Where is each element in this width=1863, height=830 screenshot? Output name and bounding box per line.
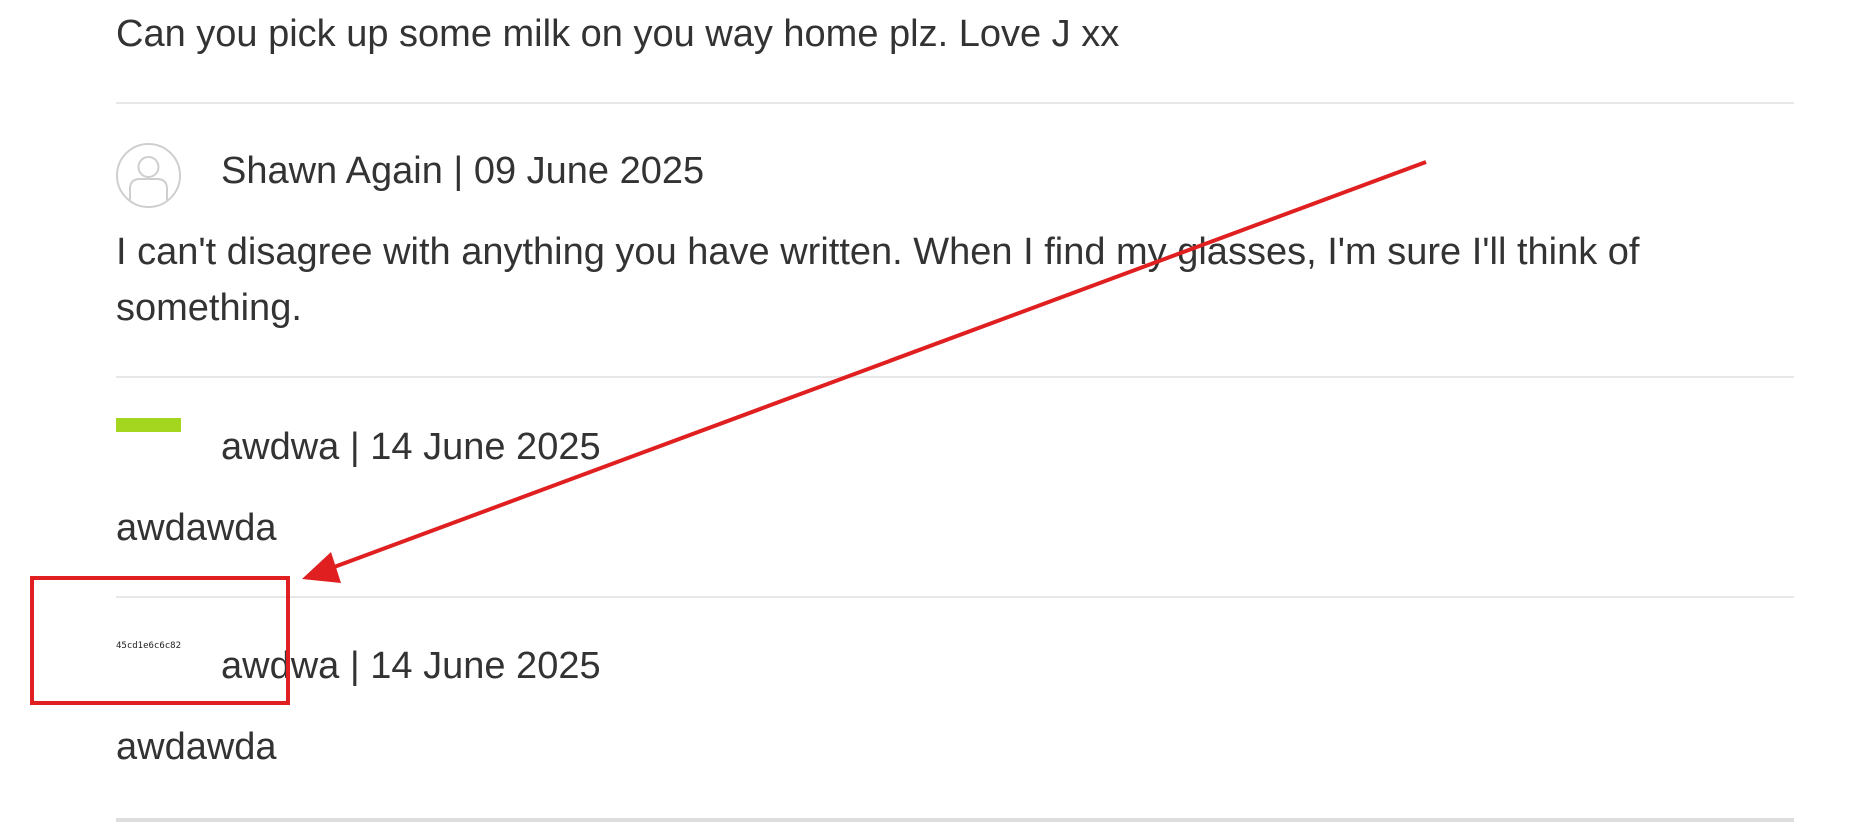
comment-divider — [116, 102, 1794, 104]
annotation-arrow-icon — [302, 160, 1427, 583]
comment-text: awdawda — [116, 726, 277, 768]
avatar-green-band — [116, 418, 181, 432]
annotation-highlight-box — [30, 576, 290, 705]
user-avatar-icon — [116, 143, 181, 208]
default-user-icon — [129, 156, 168, 206]
comment-meta: Shawn Again | 09 June 2025 — [221, 150, 705, 192]
comment-divider — [116, 596, 1794, 598]
comment-text-previous: Can you pick up some milk on you way hom… — [116, 13, 1120, 55]
comment-meta: awdwa | 14 June 2025 — [221, 426, 601, 468]
comments-page: Can you pick up some milk on you way hom… — [0, 0, 1863, 830]
broken-avatar-image — [116, 418, 181, 483]
comment-text: awdawda — [116, 507, 277, 549]
comment-divider — [116, 818, 1794, 822]
comment-text: I can't disagree with anything you have … — [116, 231, 1640, 329]
comment-divider — [116, 376, 1794, 378]
